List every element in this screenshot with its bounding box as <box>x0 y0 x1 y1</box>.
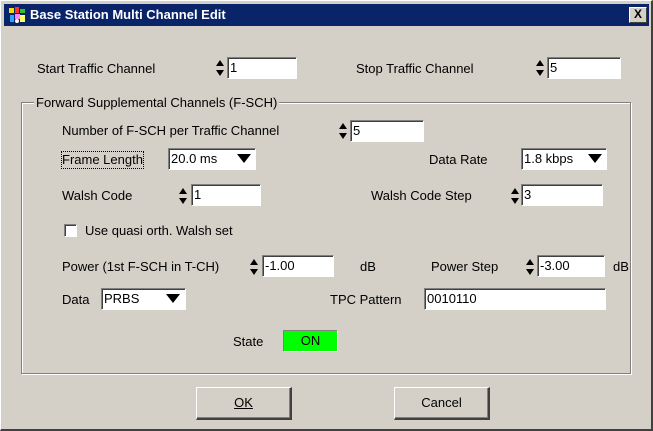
power-step-label: Power Step <box>431 259 499 274</box>
fsch-group-legend: Forward Supplemental Channels (F-SCH) <box>34 95 280 110</box>
spin-down-icon[interactable] <box>250 269 258 275</box>
power-step-input[interactable]: -3.00 <box>537 255 605 277</box>
walsh-code-label: Walsh Code <box>62 188 133 203</box>
data-chevron-down-icon[interactable] <box>166 294 180 303</box>
spin-up-icon[interactable] <box>526 259 534 265</box>
quasi-orth-label[interactable]: Use quasi orth. Walsh set <box>85 223 233 239</box>
title-bar[interactable]: Base Station Multi Channel Edit X <box>4 4 649 26</box>
window-title: Base Station Multi Channel Edit <box>30 7 226 22</box>
spin-down-icon[interactable] <box>526 269 534 275</box>
spin-up-icon[interactable] <box>536 60 544 66</box>
state-label: State <box>233 334 264 349</box>
start-channel-input[interactable]: 1 <box>227 57 297 79</box>
power-label: Power (1st F-SCH in T-CH) <box>62 259 220 274</box>
power-step-spinner[interactable] <box>525 258 535 276</box>
stop-channel-spinner[interactable] <box>535 59 545 77</box>
stop-channel-input[interactable]: 5 <box>547 57 621 79</box>
walsh-code-step-label: Walsh Code Step <box>371 188 472 203</box>
walsh-code-spinner[interactable] <box>178 187 188 205</box>
data-rate-chevron-down-icon[interactable] <box>588 154 602 163</box>
spin-down-icon[interactable] <box>536 70 544 76</box>
power-step-unit: dB <box>613 259 629 274</box>
cancel-button[interactable]: Cancel <box>394 387 490 420</box>
spin-down-icon[interactable] <box>339 133 347 139</box>
start-traffic-channel-label: Start Traffic Channel <box>37 61 156 76</box>
stop-traffic-channel-label: Stop Traffic Channel <box>356 61 474 76</box>
power-unit: dB <box>360 259 376 274</box>
frame-length-chevron-down-icon[interactable] <box>237 154 251 163</box>
spin-down-icon[interactable] <box>216 70 224 76</box>
dialog-window: Base Station Multi Channel Edit X Start … <box>0 0 653 431</box>
walsh-code-input[interactable]: 1 <box>191 184 261 206</box>
ok-button[interactable]: OK <box>196 387 292 420</box>
start-channel-spinner[interactable] <box>215 59 225 77</box>
num-fsch-label: Number of F-SCH per Traffic Channel <box>62 123 280 138</box>
frame-length-label: Frame Length <box>61 151 144 169</box>
data-label: Data <box>62 292 90 307</box>
close-icon: X <box>633 7 642 21</box>
close-button[interactable]: X <box>629 7 647 23</box>
num-fsch-spinner[interactable] <box>338 122 348 140</box>
spin-down-icon[interactable] <box>511 198 519 204</box>
spin-up-icon[interactable] <box>339 123 347 129</box>
state-toggle[interactable]: ON <box>283 330 338 352</box>
power-spinner[interactable] <box>249 258 259 276</box>
walsh-step-spinner[interactable] <box>510 187 520 205</box>
num-fsch-input[interactable]: 5 <box>350 120 424 142</box>
quasi-orth-checkbox[interactable] <box>64 224 77 237</box>
cancel-button-label: Cancel <box>421 395 462 410</box>
ok-button-label: OK <box>234 395 253 410</box>
spin-down-icon[interactable] <box>179 198 187 204</box>
spin-up-icon[interactable] <box>511 188 519 194</box>
tpc-pattern-label: TPC Pattern <box>330 292 402 307</box>
spin-up-icon[interactable] <box>250 259 258 265</box>
walsh-step-input[interactable]: 3 <box>521 184 603 206</box>
data-rate-label: Data Rate <box>429 152 488 167</box>
power-input[interactable]: -1.00 <box>262 255 334 277</box>
spin-up-icon[interactable] <box>216 60 224 66</box>
tpc-pattern-input[interactable]: 0010110 <box>424 288 606 310</box>
spin-up-icon[interactable] <box>179 188 187 194</box>
app-icon <box>8 6 26 24</box>
